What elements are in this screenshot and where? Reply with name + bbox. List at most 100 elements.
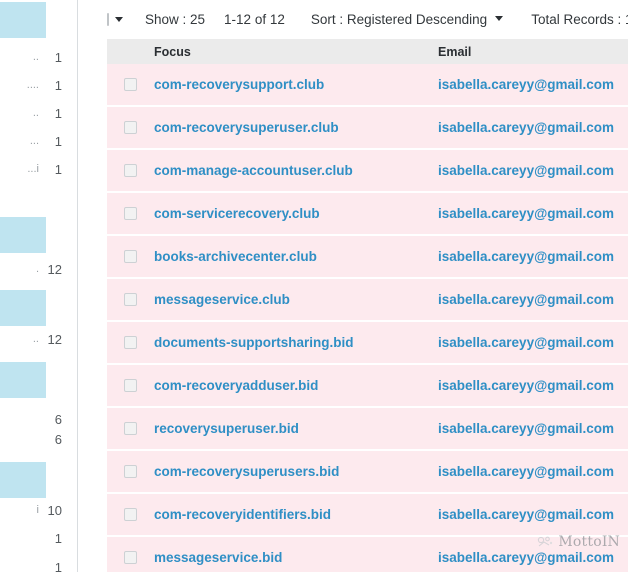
sort-label[interactable]: Sort : Registered Descending — [311, 12, 487, 27]
sidebar-facet-label: .. — [32, 51, 39, 63]
cell-email: isabella.careyy@gmail.com — [436, 119, 628, 137]
cell-email: isabella.careyy@gmail.com — [436, 291, 628, 309]
row-select-checkbox[interactable] — [123, 336, 137, 349]
email-link[interactable]: isabella.careyy@gmail.com — [438, 77, 614, 92]
sidebar-facet-label: ... — [29, 135, 39, 147]
sidebar-facet-row[interactable]: 1 — [0, 558, 62, 572]
cell-focus: messageservice.club — [153, 291, 436, 309]
sidebar-facet-count: 1 — [54, 530, 62, 546]
sidebar-facet-row[interactable]: i... 1 — [0, 160, 62, 178]
row-select-checkbox[interactable] — [123, 422, 137, 435]
row-select-checkbox[interactable] — [123, 465, 137, 478]
sidebar-facet-label: .. — [32, 107, 39, 119]
cell-focus: messageservice.bid — [153, 549, 436, 567]
row-checkbox-cell — [107, 207, 153, 220]
main-panel: Show : 25 1-12 of 12 Sort : Registered D… — [79, 0, 628, 572]
row-select-checkbox[interactable] — [123, 78, 137, 91]
cell-email: isabella.careyy@gmail.com — [436, 549, 628, 567]
sidebar-facet-label: i... — [27, 163, 39, 175]
focus-link[interactable]: messageservice.bid — [154, 550, 282, 565]
table-row: books-archivecenter.club isabella.careyy@… — [107, 236, 628, 279]
sidebar-facet-row[interactable]: 6 — [0, 410, 62, 428]
show-count-label[interactable]: Show : 25 — [145, 12, 205, 27]
select-all-chevron-down-icon[interactable] — [115, 17, 123, 22]
sidebar-facet-row[interactable]: . 12 — [0, 260, 62, 278]
results-table: Focus Email com-recoverysupport.club isab… — [107, 39, 628, 572]
row-select-checkbox[interactable] — [123, 293, 137, 306]
focus-link[interactable]: com-recoveryidentifiers.bid — [154, 507, 331, 522]
sidebar-facet-count: 1 — [54, 559, 62, 572]
cell-focus: books-archivecenter.club — [153, 248, 436, 266]
cell-focus: com-servicerecovery.club — [153, 205, 436, 223]
sidebar-facet-row[interactable]: .. 1 — [0, 104, 62, 122]
email-link[interactable]: isabella.careyy@gmail.com — [438, 507, 614, 522]
focus-link[interactable]: messageservice.club — [154, 292, 290, 307]
row-checkbox-cell — [107, 78, 153, 91]
email-link[interactable]: isabella.careyy@gmail.com — [438, 249, 614, 264]
cell-email: isabella.careyy@gmail.com — [436, 420, 628, 438]
focus-link[interactable]: recoverysuperuser.bid — [154, 421, 299, 436]
email-link[interactable]: isabella.careyy@gmail.com — [438, 163, 614, 178]
sidebar-facet-row[interactable]: .. 12 — [0, 330, 62, 348]
row-checkbox-cell — [107, 465, 153, 478]
sidebar-facet-label: .... — [26, 79, 39, 91]
email-link[interactable]: isabella.careyy@gmail.com — [438, 206, 614, 221]
header-cell-focus[interactable]: Focus — [153, 45, 436, 59]
row-select-checkbox[interactable] — [123, 121, 137, 134]
row-select-checkbox[interactable] — [123, 164, 137, 177]
sidebar-facet-row[interactable]: 1 — [0, 529, 62, 547]
sidebar-facet-count: 1 — [54, 105, 62, 121]
header-cell-email[interactable]: Email — [436, 45, 628, 59]
row-select-checkbox[interactable] — [123, 250, 137, 263]
email-link[interactable]: isabella.careyy@gmail.com — [438, 292, 614, 307]
sidebar-facet-label: . — [35, 263, 39, 275]
row-checkbox-cell — [107, 379, 153, 392]
row-select-checkbox[interactable] — [123, 207, 137, 220]
email-link[interactable]: isabella.careyy@gmail.com — [438, 550, 614, 565]
email-link[interactable]: isabella.careyy@gmail.com — [438, 378, 614, 393]
table-row: com-recoverysuperusers.bid isabella.carey… — [107, 451, 628, 494]
sidebar-facet-row[interactable]: i 10 — [0, 501, 62, 519]
total-records-label: Total Records : 12 — [531, 12, 628, 27]
row-select-checkbox[interactable] — [123, 508, 137, 521]
row-checkbox-cell — [107, 422, 153, 435]
focus-link[interactable]: com-recoverysuperuser.club — [154, 120, 339, 135]
email-link[interactable]: isabella.careyy@gmail.com — [438, 464, 614, 479]
screenshot-root: .. 1 .... 1.. 1 ... 1 i... 1 . 12 .. 12 6 6 i 10 1 1 Show … — [0, 0, 628, 572]
table-row: com-recoveryidentifiers.bid isabella.care… — [107, 494, 628, 537]
row-checkbox-cell — [107, 508, 153, 521]
sidebar-facet-count: 1 — [54, 161, 62, 177]
sidebar-facet-row[interactable]: .. 1 — [0, 48, 62, 66]
sidebar-facet-row[interactable]: ... 1 — [0, 132, 62, 150]
focus-link[interactable]: com-manage-accountuser.club — [154, 163, 353, 178]
focus-link[interactable]: com-servicerecovery.club — [154, 206, 320, 221]
table-row: com-recoveryadduser.bid isabella.careyy@g… — [107, 365, 628, 408]
sidebar-facet-label: i — [36, 504, 39, 516]
focus-link[interactable]: com-recoveryadduser.bid — [154, 378, 318, 393]
sidebar-facet-count: 6 — [54, 411, 62, 427]
cell-email: isabella.careyy@gmail.com — [436, 162, 628, 180]
sidebar-facet-row[interactable]: .... 1 — [0, 76, 62, 94]
cell-focus: com-recoverysuperuser.club — [153, 119, 436, 137]
cell-focus: documents-supportsharing.bid — [153, 334, 436, 352]
focus-link[interactable]: books-archivecenter.club — [154, 249, 317, 264]
focus-link[interactable]: com-recoverysupport.club — [154, 77, 324, 92]
table-row: com-servicerecovery.club isabella.careyy@… — [107, 193, 628, 236]
record-range-label: 1-12 of 12 — [224, 12, 285, 27]
email-link[interactable]: isabella.careyy@gmail.com — [438, 335, 614, 350]
sort-chevron-down-icon[interactable] — [495, 16, 504, 21]
cell-email: isabella.careyy@gmail.com — [436, 377, 628, 395]
cell-focus: com-recoverysupport.club — [153, 76, 436, 94]
table-toolbar: Show : 25 1-12 of 12 Sort : Registered D… — [107, 0, 628, 39]
cell-focus: recoverysuperuser.bid — [153, 420, 436, 438]
table-row: messageservice.club isabella.careyy@gmail… — [107, 279, 628, 322]
row-select-checkbox[interactable] — [123, 379, 137, 392]
email-link[interactable]: isabella.careyy@gmail.com — [438, 421, 614, 436]
focus-link[interactable]: com-recoverysuperusers.bid — [154, 464, 339, 479]
email-link[interactable]: isabella.careyy@gmail.com — [438, 120, 614, 135]
row-select-checkbox[interactable] — [123, 551, 137, 564]
sidebar: .. 1 .... 1.. 1 ... 1 i... 1 . 12 .. 12 6 6 i 10 1 1 — [0, 0, 78, 572]
select-all-checkbox[interactable] — [107, 13, 109, 26]
focus-link[interactable]: documents-supportsharing.bid — [154, 335, 354, 350]
sidebar-facet-row[interactable]: 6 — [0, 430, 62, 448]
